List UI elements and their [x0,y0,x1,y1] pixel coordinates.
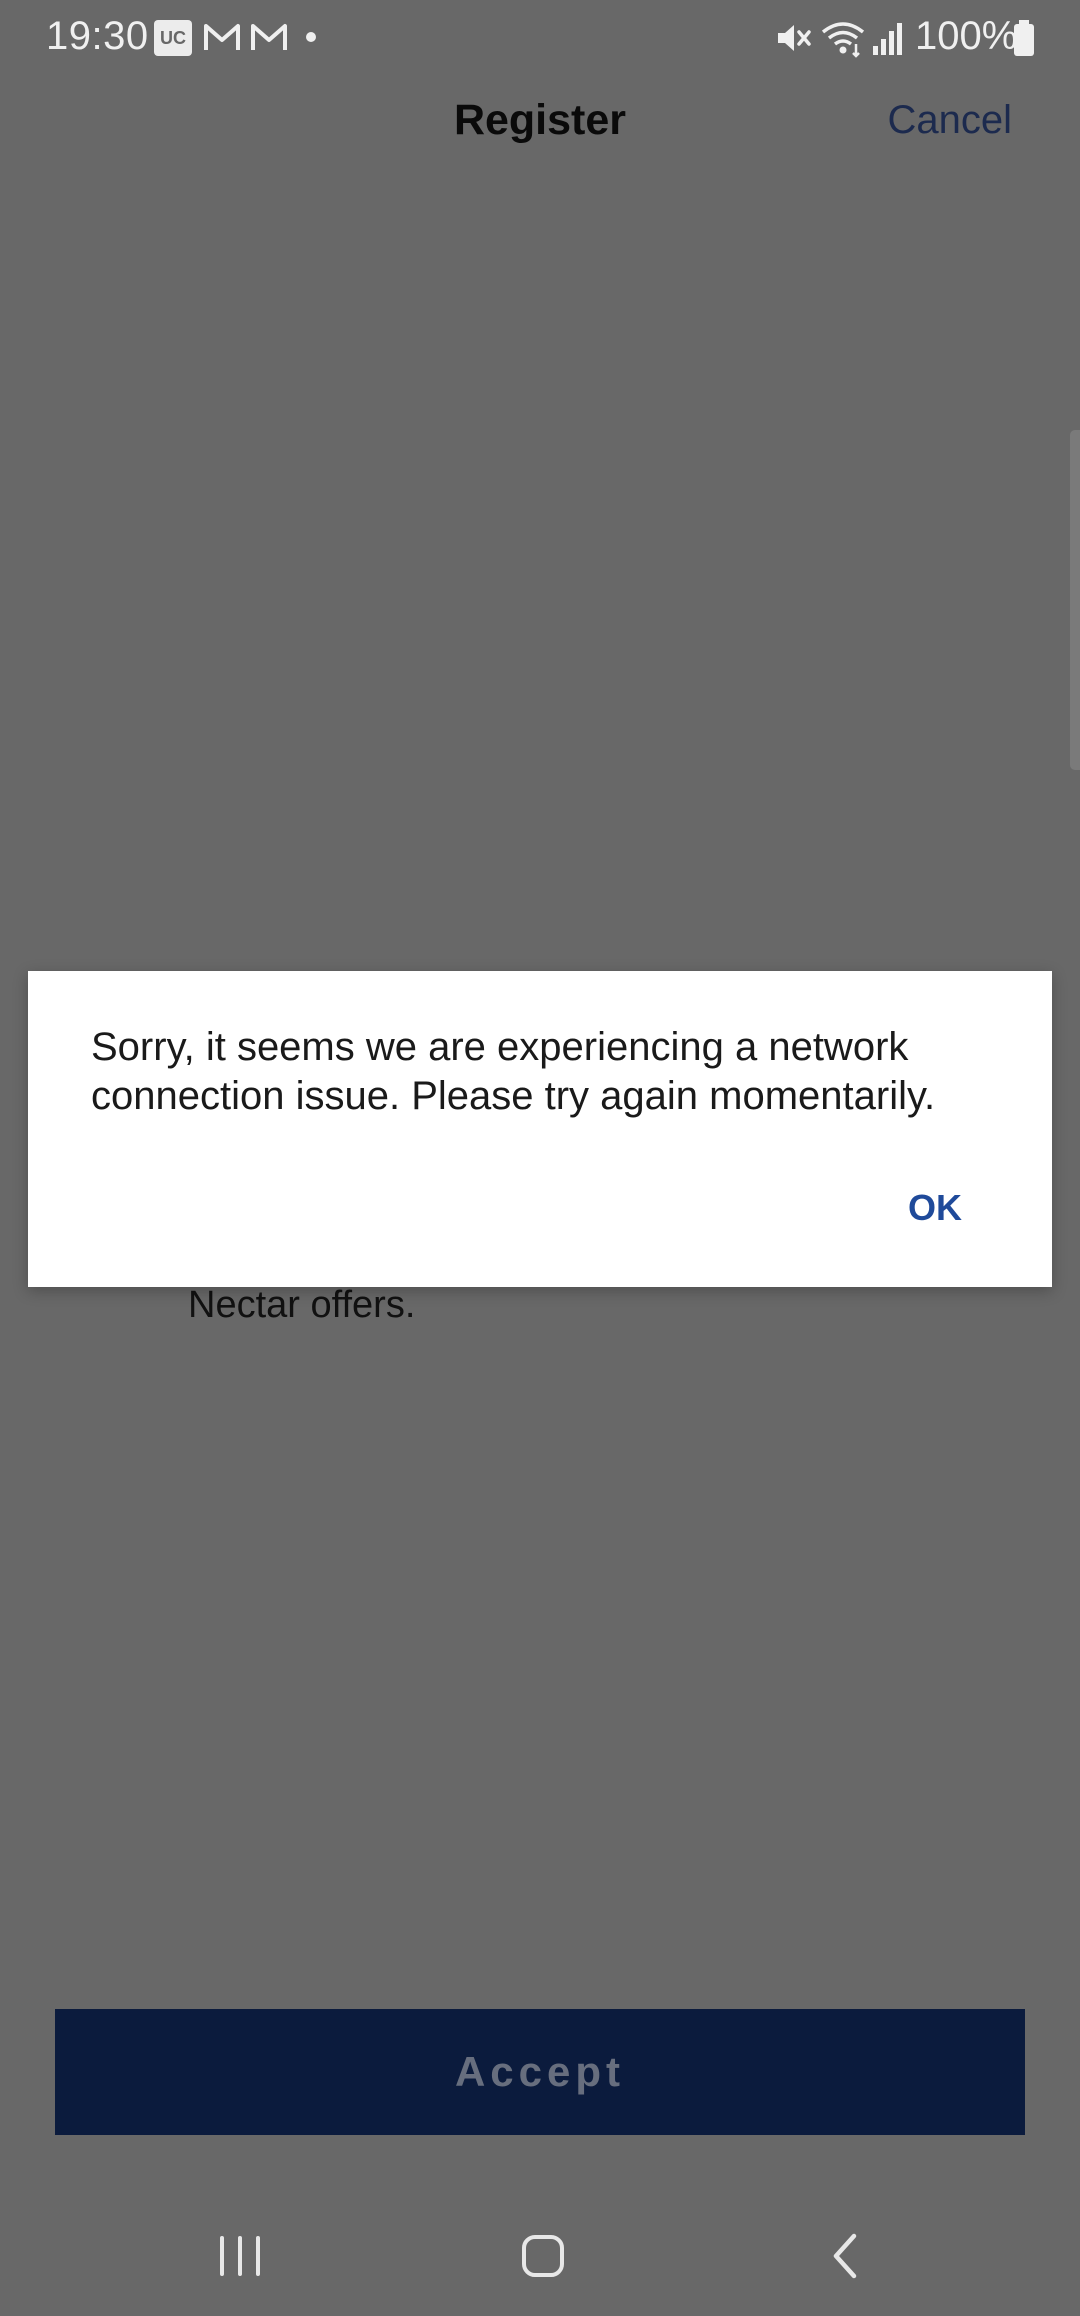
recent-apps-icon[interactable] [200,2224,280,2288]
wifi-icon [821,22,865,58]
gmail-icon [251,24,287,50]
dialog-message: Sorry, it seems we are experiencing a ne… [91,1025,936,1118]
home-icon[interactable] [503,2224,583,2288]
battery-percentage: 100% [915,14,1018,58]
uc-browser-icon: UC [154,20,192,56]
status-time: 19:30 [46,14,149,58]
accept-button-label: Accept [454,2048,626,2095]
scrollbar[interactable] [1070,430,1080,770]
register-screen: 19:30 UC 100% Register Cancel Nectar off… [0,0,1080,2316]
battery-icon [1014,20,1034,56]
gmail-icon [204,24,240,50]
network-error-dialog: Sorry, it seems we are experiencing a ne… [28,971,1052,1287]
status-bar: 19:30 UC 100% [0,0,1080,76]
cancel-button[interactable]: Cancel [887,98,1012,143]
ok-button[interactable]: OK [908,1183,962,1233]
background-body-text: Nectar offers. [188,1284,416,1326]
accept-button[interactable]: Accept [55,2009,1025,2135]
signal-icon [873,23,902,55]
back-icon[interactable] [806,2224,886,2288]
mute-icon [778,25,811,51]
system-navigation-bar [0,2196,1080,2316]
dot-icon [306,32,316,42]
